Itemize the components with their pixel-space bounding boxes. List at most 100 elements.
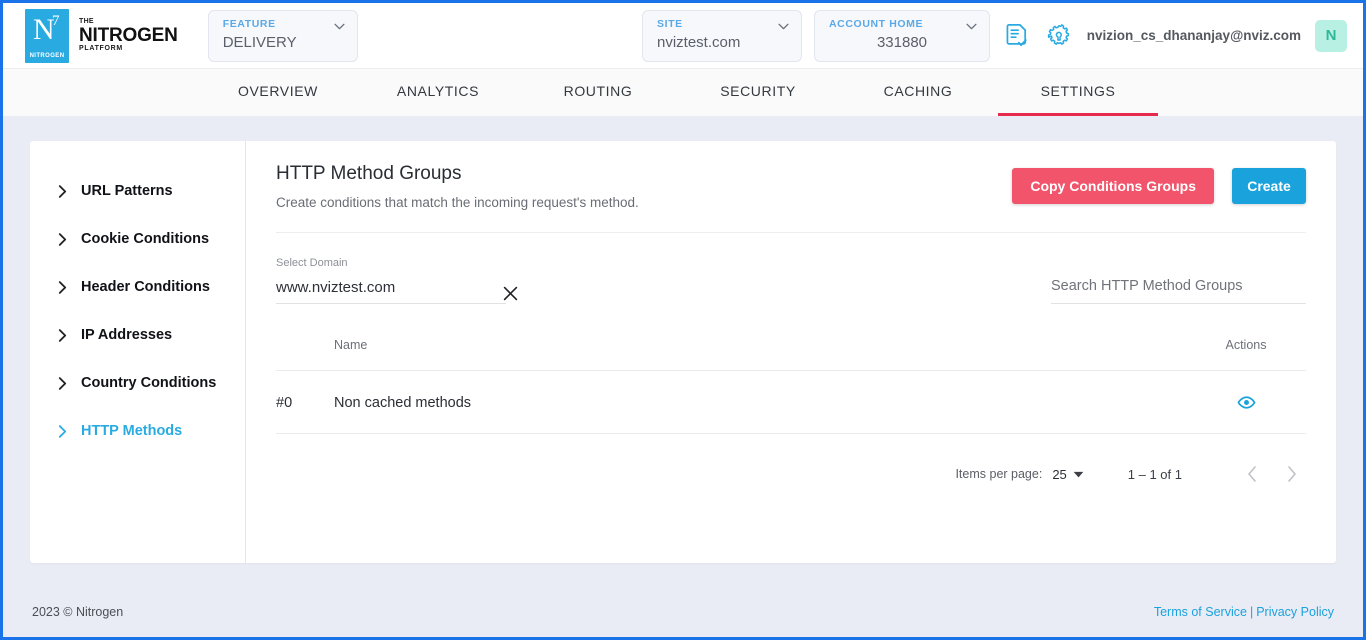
content-actions: Copy Conditions Groups Create [1012, 163, 1306, 204]
user-email: nvizion_cs_dhananjay@nviz.com [1086, 28, 1301, 43]
search-http-method-groups-input[interactable]: Search HTTP Method Groups [1051, 278, 1306, 304]
tab-analytics[interactable]: ANALYTICS [358, 69, 518, 116]
table-head: Name Actions [276, 338, 1306, 371]
sidebar-item-label: Country Conditions [81, 375, 217, 391]
select-domain-field[interactable]: Select Domain www.nviztest.com [276, 257, 518, 304]
logo-name: NITROGEN [79, 24, 178, 46]
tab-settings[interactable]: SETTINGS [998, 69, 1158, 116]
sidebar-item-country-conditions[interactable]: Country Conditions [30, 359, 245, 407]
header-actions: nvizion_cs_dhananjay@nviz.com N [1003, 3, 1347, 68]
table-pagination: Items per page: 25 1 – 1 of 1 [276, 434, 1306, 488]
copy-conditions-groups-button[interactable]: Copy Conditions Groups [1012, 168, 1214, 204]
tab-label: OVERVIEW [237, 83, 318, 99]
chevron-right-icon [58, 376, 67, 390]
logo-wordmark: THE NITROGEN PLATFORM [79, 18, 178, 53]
privacy-policy-link[interactable]: Privacy Policy [1256, 605, 1334, 619]
sidebar-item-label: Header Conditions [81, 279, 210, 295]
sidebar-item-label: URL Patterns [81, 183, 173, 199]
eye-icon[interactable] [1237, 393, 1256, 412]
close-icon[interactable] [503, 286, 518, 301]
tab-label: CACHING [883, 83, 953, 99]
page-subtitle: Create conditions that match the incomin… [276, 195, 639, 210]
gear-wrench-icon[interactable] [1045, 22, 1073, 50]
logo-badge-word: NITROGEN [29, 52, 65, 59]
tab-label: SECURITY [720, 83, 796, 99]
previous-page-button[interactable] [1238, 460, 1266, 488]
site-selector-value: nviztest.com [657, 34, 741, 51]
avatar[interactable]: N [1315, 19, 1347, 52]
content-panel: HTTP Method Groups Create conditions tha… [246, 141, 1336, 563]
chevron-right-icon [1288, 466, 1296, 482]
items-per-page-label: Items per page: [955, 467, 1043, 481]
sidebar-item-header-conditions[interactable]: Header Conditions [30, 263, 245, 311]
next-page-button[interactable] [1278, 460, 1306, 488]
select-domain-label: Select Domain [276, 257, 348, 269]
http-method-groups-table: Name Actions #0 Non cached methods [276, 338, 1306, 434]
footer-links: Terms of Service | Privacy Policy [1154, 605, 1334, 619]
column-name: Name [334, 338, 1186, 371]
chevron-right-icon [58, 280, 67, 294]
chevron-right-icon [58, 328, 67, 342]
column-index [276, 338, 334, 371]
browser-viewport: N 7 NITROGEN THE NITROGEN PLATFORM FEATU… [0, 0, 1366, 640]
tab-caching[interactable]: CACHING [838, 69, 998, 116]
select-domain-value: www.nviztest.com [276, 279, 396, 296]
row-name: Non cached methods [334, 370, 1186, 434]
create-button[interactable]: Create [1232, 168, 1306, 204]
main-navigation: OVERVIEW ANALYTICS ROUTING SECURITY CACH… [3, 68, 1363, 116]
feature-selector[interactable]: FEATURE DELIVERY [207, 9, 358, 62]
account-selector[interactable]: ACCOUNT HOME 331880 [814, 10, 990, 62]
content-header: HTTP Method Groups Create conditions tha… [276, 163, 1306, 233]
chevron-right-icon [58, 424, 67, 438]
site-selector-label: SITE [657, 18, 683, 30]
table-body: #0 Non cached methods [276, 370, 1306, 434]
logo-superscript-7: 7 [52, 12, 60, 29]
account-selector-label: ACCOUNT HOME [829, 18, 924, 30]
page-footer: 2023 © Nitrogen Terms of Service | Privacy… [6, 590, 1360, 634]
caret-down-icon[interactable] [1073, 471, 1084, 478]
content-heading-block: HTTP Method Groups Create conditions tha… [276, 163, 639, 210]
tab-overview[interactable]: OVERVIEW [198, 69, 358, 116]
chevron-down-icon [966, 23, 977, 30]
tab-routing[interactable]: ROUTING [518, 69, 678, 116]
sidebar-item-ip-addresses[interactable]: IP Addresses [30, 311, 245, 359]
sidebar-item-label: HTTP Methods [81, 423, 183, 439]
pagination-range: 1 – 1 of 1 [1127, 466, 1182, 482]
chevron-down-icon [334, 23, 345, 29]
chevron-left-icon [1248, 466, 1256, 482]
table-row[interactable]: #0 Non cached methods [276, 370, 1306, 434]
account-selector-value: 331880 [876, 34, 928, 51]
avatar-initial: N [1325, 27, 1337, 44]
copyright-text: 2023 © Nitrogen [32, 605, 124, 619]
tab-label: ANALYTICS [396, 83, 480, 99]
document-check-icon[interactable] [1003, 22, 1031, 50]
sidebar-item-http-methods[interactable]: HTTP Methods [30, 407, 245, 455]
feature-selector-label: FEATURE [222, 17, 276, 30]
site-selector[interactable]: SITE nviztest.com [642, 10, 802, 62]
terms-of-service-link[interactable]: Terms of Service [1154, 605, 1247, 619]
search-placeholder: Search HTTP Method Groups [1051, 278, 1243, 294]
app-header: N 7 NITROGEN THE NITROGEN PLATFORM FEATU… [3, 3, 1363, 68]
content-card: URL Patterns Cookie Conditions Header Co… [30, 141, 1336, 563]
feature-selector-value: DELIVERY [222, 33, 297, 51]
sidebar-item-label: Cookie Conditions [81, 231, 210, 247]
footer-link-separator: | [1249, 605, 1254, 619]
filter-row: Select Domain www.nviztest.com Search HT… [276, 233, 1306, 304]
page-body: URL Patterns Cookie Conditions Header Co… [3, 116, 1363, 591]
nitrogen-logo[interactable]: N 7 NITROGEN THE NITROGEN PLATFORM [25, 8, 178, 63]
chevron-right-icon [58, 232, 67, 246]
items-per-page-value[interactable]: 25 [1052, 467, 1066, 482]
sidebar-item-cookie-conditions[interactable]: Cookie Conditions [30, 215, 245, 263]
chevron-right-icon [58, 184, 67, 198]
chevron-down-icon [778, 23, 789, 30]
settings-sidebar: URL Patterns Cookie Conditions Header Co… [30, 141, 246, 563]
tab-label: ROUTING [563, 83, 633, 99]
row-index: #0 [276, 370, 334, 434]
table-header-row: Name Actions [276, 338, 1306, 371]
column-actions: Actions [1186, 338, 1306, 371]
logo-badge-icon: N 7 NITROGEN [25, 8, 69, 63]
logo-platform: PLATFORM [79, 45, 123, 53]
row-actions [1186, 370, 1306, 434]
sidebar-item-url-patterns[interactable]: URL Patterns [30, 167, 245, 215]
tab-security[interactable]: SECURITY [678, 69, 838, 116]
